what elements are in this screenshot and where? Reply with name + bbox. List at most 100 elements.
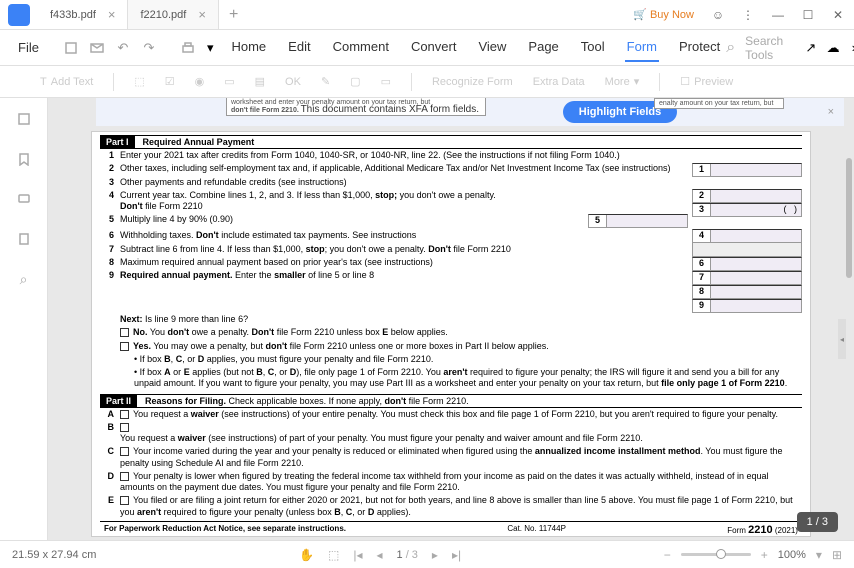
hand-tool-icon[interactable]: ✋ — [299, 548, 314, 562]
zoom-slider[interactable] — [681, 553, 751, 556]
fit-page-icon[interactable]: ⊞ — [832, 548, 842, 562]
bookmarks-icon[interactable] — [15, 150, 33, 168]
print-icon[interactable] — [181, 40, 195, 56]
prev-page-icon[interactable]: ◂ — [376, 548, 382, 562]
user-icon[interactable]: ☺ — [706, 3, 730, 27]
tab-f2210[interactable]: f2210.pdf × — [128, 0, 218, 29]
field-6[interactable] — [711, 258, 801, 270]
zoom-out-icon[interactable]: − — [664, 548, 671, 562]
recognize-form-button[interactable]: Recognize Form — [432, 76, 513, 88]
page-dimensions: 21.59 x 27.94 cm — [12, 549, 96, 561]
zoom-level[interactable]: 100% — [778, 549, 806, 561]
titlebar: f433b.pdf × f2210.pdf × + 🛒 Buy Now ☺ ⋮ … — [0, 0, 854, 30]
pdf-page: Part I Required Annual Payment 1Enter yo… — [91, 131, 811, 537]
field-2[interactable] — [711, 190, 801, 202]
field-1[interactable] — [711, 164, 801, 176]
close-icon[interactable]: × — [198, 7, 206, 22]
app-logo-icon — [8, 4, 30, 26]
close-banner-icon[interactable]: × — [828, 106, 834, 118]
checkbox-yes[interactable] — [120, 342, 129, 351]
date-tool[interactable]: ▭ — [381, 75, 391, 88]
checkbox-b[interactable] — [120, 423, 129, 432]
last-page-icon[interactable]: ▸| — [452, 548, 461, 562]
signature-tool[interactable]: ✎ — [321, 75, 330, 88]
image-tool[interactable]: ▢ — [350, 75, 360, 88]
textfield-tool[interactable]: ⬚ — [134, 75, 144, 88]
redo-icon[interactable]: ↷ — [141, 40, 157, 56]
document-viewport[interactable]: worksheet and enter your penalty amount … — [48, 98, 854, 540]
checkbox-d[interactable] — [120, 472, 129, 481]
cart-icon: 🛒 — [633, 8, 647, 21]
tab-form[interactable]: Form — [625, 33, 659, 62]
statusbar: 21.59 x 27.94 cm ✋ ⬚ |◂ ◂ 1 / 3 ▸ ▸| − +… — [0, 540, 854, 568]
search-side-icon[interactable]: ⌕ — [15, 270, 33, 288]
checkbox-a[interactable] — [120, 410, 129, 419]
field-7[interactable] — [711, 272, 801, 284]
field-9[interactable] — [711, 300, 801, 312]
dropdown-icon[interactable]: ▾ — [207, 40, 214, 56]
select-tool-icon[interactable]: ⬚ — [328, 548, 339, 562]
minimize-button[interactable]: — — [766, 3, 790, 27]
tab-page[interactable]: Page — [526, 33, 560, 62]
buy-now-link[interactable]: 🛒 Buy Now — [627, 8, 700, 21]
close-window-button[interactable]: ✕ — [826, 3, 850, 27]
first-page-icon[interactable]: |◂ — [353, 548, 362, 562]
cloud-icon[interactable]: ☁ — [827, 40, 840, 56]
xfa-banner: worksheet and enter your penalty amount … — [96, 98, 844, 126]
extra-data-button[interactable]: Extra Data — [533, 76, 585, 88]
main-area: ⌕ ▸ worksheet and enter your penalty amo… — [0, 98, 854, 540]
form-toolbar: TAdd Text ⬚ ☑ ◉ ▭ ▤ OK ✎ ▢ ▭ Recognize F… — [0, 66, 854, 98]
search-icon: ⌕ — [726, 39, 735, 57]
mail-icon[interactable] — [89, 40, 105, 56]
file-menu[interactable]: File — [10, 36, 47, 59]
menubar: File ↶ ↷ ▾ Home Edit Comment Convert Vie… — [0, 30, 854, 66]
document-tabs: f433b.pdf × f2210.pdf × + — [38, 0, 627, 29]
add-text-tool[interactable]: TAdd Text — [40, 76, 93, 88]
field-5[interactable] — [607, 215, 687, 227]
comments-icon[interactable] — [15, 190, 33, 208]
field-3[interactable]: ( ) — [711, 204, 801, 216]
part1-header: Part I Required Annual Payment — [100, 135, 802, 149]
share-icon[interactable]: ↗ — [805, 40, 817, 56]
save-icon[interactable] — [63, 40, 79, 56]
collapse-right-handle[interactable]: ◂ — [838, 319, 846, 359]
combobox-tool[interactable]: ▭ — [224, 75, 234, 88]
search-tools-input[interactable]: Search Tools — [745, 34, 795, 62]
left-sidebar: ⌕ — [0, 98, 48, 540]
page-footer: For Paperwork Reduction Act Notice, see … — [100, 521, 802, 537]
tab-convert[interactable]: Convert — [409, 33, 459, 62]
close-icon[interactable]: × — [108, 7, 116, 22]
part2-header: Part II Reasons for Filing. Check applic… — [100, 394, 802, 408]
listbox-tool[interactable]: ▤ — [255, 75, 265, 88]
radio-tool[interactable]: ◉ — [195, 75, 205, 88]
add-tab-button[interactable]: + — [219, 0, 248, 29]
kebab-icon[interactable]: ⋮ — [736, 3, 760, 27]
field-4[interactable] — [711, 230, 801, 242]
checkbox-e[interactable] — [120, 496, 129, 505]
page-input[interactable]: 1 / 3 — [397, 549, 418, 561]
thumbnails-icon[interactable] — [15, 110, 33, 128]
tab-home[interactable]: Home — [229, 33, 268, 62]
maximize-button[interactable]: ☐ — [796, 3, 820, 27]
undo-icon[interactable]: ↶ — [115, 40, 131, 56]
checkbox-no[interactable] — [120, 328, 129, 337]
tab-comment[interactable]: Comment — [331, 33, 391, 62]
tab-f433b[interactable]: f433b.pdf × — [38, 0, 128, 29]
attachments-icon[interactable] — [15, 230, 33, 248]
vertical-scrollbar[interactable] — [846, 158, 852, 278]
zoom-in-icon[interactable]: + — [761, 548, 768, 562]
more-button[interactable]: More ▾ — [605, 75, 640, 88]
tab-tool[interactable]: Tool — [579, 33, 607, 62]
field-8[interactable] — [711, 286, 801, 298]
checkbox-tool[interactable]: ☑ — [165, 75, 175, 88]
expand-icon[interactable]: » — [850, 40, 854, 56]
zoom-dropdown-icon[interactable]: ▾ — [816, 548, 822, 562]
button-tool[interactable]: OK — [285, 76, 301, 88]
tab-edit[interactable]: Edit — [286, 33, 312, 62]
tab-protect[interactable]: Protect — [677, 33, 722, 62]
checkbox-c[interactable] — [120, 447, 129, 456]
main-menu-tabs: Home Edit Comment Convert View Page Tool… — [229, 33, 722, 62]
preview-checkbox[interactable]: ☐ Preview — [680, 75, 733, 88]
tab-view[interactable]: View — [476, 33, 508, 62]
next-page-icon[interactable]: ▸ — [432, 548, 438, 562]
